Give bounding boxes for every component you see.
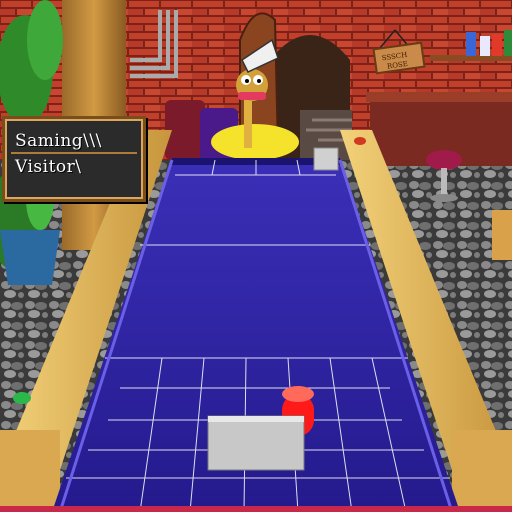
scoreboard: Saming\\\ Visitor\ xyxy=(2,116,146,202)
opponent-paddle xyxy=(313,147,339,171)
player-name: Saming\\\ xyxy=(15,131,102,151)
red-button[interactable] xyxy=(354,137,366,145)
scoreboard-divider xyxy=(11,152,137,154)
straw-pile xyxy=(211,124,299,160)
opponent-name: Visitor\ xyxy=(15,157,82,177)
table-bottom-edge xyxy=(0,506,512,512)
crate xyxy=(492,210,512,260)
player-paddle[interactable] xyxy=(207,415,305,471)
shufflepuck-scene: SSSCH ROSE xyxy=(0,0,512,512)
green-button[interactable] xyxy=(13,392,31,404)
game-screen: SSSCH ROSE Saming\\\ Visitor\ xyxy=(0,0,512,512)
